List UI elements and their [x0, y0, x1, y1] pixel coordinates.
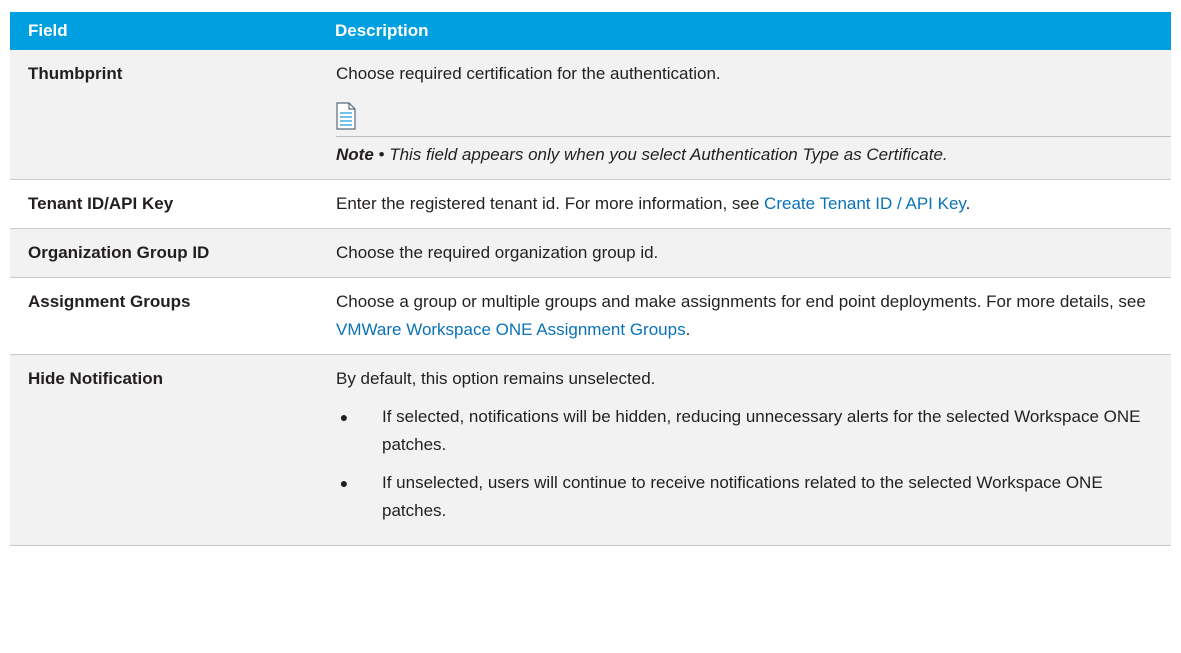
option-list: ● If selected, notifications will be hidd… [336, 403, 1157, 525]
table-row-assignment-groups: Assignment Groups Choose a group or mult… [10, 277, 1171, 355]
description-text: By default, this option remains unselect… [336, 369, 656, 388]
description-text: Choose a group or multiple groups and ma… [336, 292, 1146, 311]
field-name: Thumbprint [10, 50, 317, 180]
list-item-text: If selected, notifications will be hidde… [382, 407, 1141, 454]
table-row-organization-group-id: Organization Group ID Choose the require… [10, 228, 1171, 278]
list-item: ● If selected, notifications will be hidd… [336, 403, 1157, 459]
header-field: Field [10, 12, 317, 50]
field-description-table: Field Description Thumbprint Choose requ… [10, 12, 1171, 546]
field-name: Assignment Groups [10, 277, 317, 355]
table-row-thumbprint: Thumbprint Choose required certification… [10, 50, 1171, 180]
bullet-dot-icon: ● [339, 409, 349, 425]
note-text: Note • This field appears only when you … [336, 137, 1157, 169]
header-description: Description [317, 12, 1171, 50]
description-suffix: . [685, 320, 691, 339]
note-document-icon [336, 102, 356, 130]
note-box: Note • This field appears only when you … [336, 102, 1171, 169]
note-label: Note [336, 145, 374, 164]
description-text: Choose required certification for the au… [336, 64, 721, 83]
field-description: Enter the registered tenant id. For more… [317, 179, 1171, 229]
field-description: Choose a group or multiple groups and ma… [317, 277, 1171, 355]
table-row-hide-notification: Hide Notification By default, this optio… [10, 354, 1171, 546]
create-tenant-id-link[interactable]: Create Tenant ID / API Key [764, 194, 966, 213]
note-body: This field appears only when you select … [389, 145, 948, 164]
field-description: By default, this option remains unselect… [317, 354, 1171, 546]
list-item: ● If unselected, users will continue to r… [336, 469, 1157, 525]
field-description: Choose required certification for the au… [317, 50, 1171, 180]
table-row-tenant-id: Tenant ID/API Key Enter the registered t… [10, 179, 1171, 229]
assignment-groups-link[interactable]: VMWare Workspace ONE Assignment Groups [336, 320, 686, 339]
list-item-text: If unselected, users will continue to re… [382, 473, 1103, 520]
field-name: Organization Group ID [10, 228, 317, 278]
bullet-dot-icon: ● [339, 475, 349, 491]
table-header-row: Field Description [10, 12, 1171, 50]
note-separator: • [373, 145, 390, 164]
field-name: Hide Notification [10, 354, 317, 546]
description-suffix: . [965, 194, 971, 213]
field-name: Tenant ID/API Key [10, 179, 317, 229]
description-text: Enter the registered tenant id. For more… [336, 194, 765, 213]
field-description: Choose the required organization group i… [317, 228, 1171, 278]
